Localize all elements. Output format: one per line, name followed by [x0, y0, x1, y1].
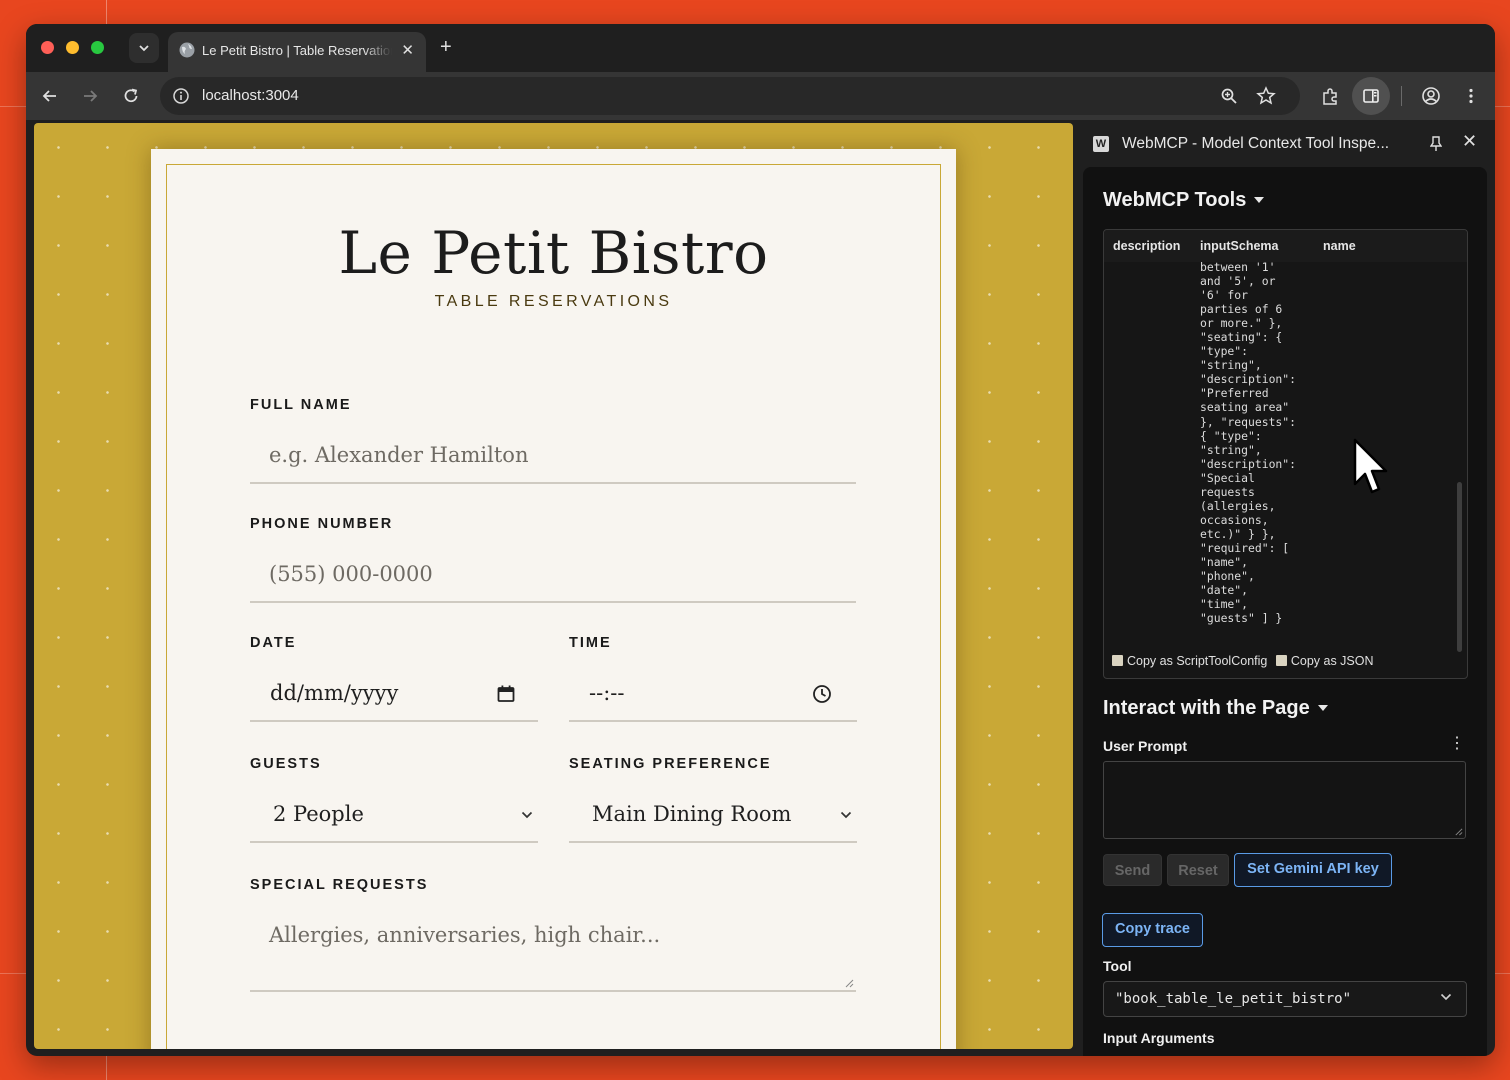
zoom-icon[interactable]	[1220, 87, 1238, 105]
calendar-icon[interactable]	[496, 684, 516, 704]
restaurant-name: Le Petit Bistro	[338, 219, 769, 287]
date-placeholder: dd/mm/yyyy	[270, 681, 399, 705]
pin-icon[interactable]	[1430, 135, 1442, 153]
caret-down-icon	[1254, 196, 1265, 203]
tool-select[interactable]: "book_table_le_petit_bistro"	[1103, 981, 1467, 1017]
set-api-key-button[interactable]: Set Gemini API key	[1234, 853, 1392, 887]
phone-input[interactable]: (555) 000-0000	[250, 551, 856, 603]
tab-close-icon[interactable]: ✕	[401, 41, 414, 59]
full-name-placeholder: e.g. Alexander Hamilton	[269, 443, 529, 467]
close-window-button[interactable]	[41, 41, 54, 54]
browser-window: Le Petit Bistro | Table Reservations ✕ +…	[26, 24, 1495, 1056]
tab-search-button[interactable]	[129, 33, 159, 63]
copy-json-link[interactable]: Copy as JSON	[1291, 654, 1374, 668]
copy-trace-button[interactable]: Copy trace	[1102, 913, 1203, 947]
seating-select[interactable]: Main Dining Room	[569, 791, 857, 843]
address-bar[interactable]: localhost:3004	[160, 77, 1300, 115]
user-prompt-label: User Prompt	[1103, 738, 1188, 754]
page-subtitle: TABLE RESERVATIONS	[434, 293, 673, 310]
column-header[interactable]: name	[1323, 239, 1356, 253]
chevron-down-icon	[139, 45, 149, 52]
profile-icon[interactable]	[1420, 85, 1442, 107]
table-header: description inputSchema name	[1104, 230, 1467, 262]
page-viewport: Le Petit Bistro TABLE RESERVATIONS FULL …	[34, 123, 1073, 1049]
tab-active[interactable]: Le Petit Bistro | Table Reservations ✕	[168, 32, 426, 72]
copy-script-tool-config-link[interactable]: Copy as ScriptToolConfig	[1127, 654, 1267, 668]
time-input[interactable]: --:--	[569, 670, 857, 722]
forward-icon[interactable]	[79, 85, 101, 107]
tab-title: Le Petit Bistro | Table Reservations	[202, 43, 392, 58]
tools-table: description inputSchema name between '1'…	[1103, 229, 1468, 679]
requests-textarea[interactable]: Allergies, anniversaries, high chair...	[250, 912, 856, 992]
full-name-input[interactable]: e.g. Alexander Hamilton	[250, 432, 856, 484]
tool-select-value: "book_table_le_petit_bistro"	[1115, 991, 1352, 1007]
reset-button[interactable]: Reset	[1167, 854, 1229, 886]
date-input[interactable]: dd/mm/yyyy	[250, 670, 538, 722]
pencil-icon	[1112, 655, 1123, 666]
url-text[interactable]: localhost:3004	[202, 87, 299, 104]
browser-toolbar: localhost:3004	[26, 72, 1495, 120]
phone-label: PHONE NUMBER	[250, 516, 394, 532]
more-options-icon[interactable]: ⋮	[1449, 736, 1465, 752]
chevron-down-icon	[1440, 993, 1452, 1001]
guests-value: 2 People	[273, 802, 364, 826]
user-prompt-textarea[interactable]	[1103, 761, 1466, 839]
caret-down-icon	[1317, 704, 1328, 711]
full-name-label: FULL NAME	[250, 397, 352, 413]
tools-heading-text: WebMCP Tools	[1103, 189, 1247, 211]
webmcp-logo: W	[1093, 136, 1109, 152]
date-label: DATE	[250, 635, 297, 651]
guests-label: GUESTS	[250, 756, 322, 772]
send-button[interactable]: Send	[1103, 854, 1162, 886]
column-header[interactable]: inputSchema	[1200, 239, 1279, 253]
minimize-window-button[interactable]	[66, 41, 79, 54]
resize-handle-icon[interactable]	[1454, 827, 1463, 836]
copy-actions: Copy as ScriptToolConfig Copy as JSON	[1112, 654, 1374, 668]
side-panel-header: W WebMCP - Model Context Tool Inspe... ✕	[1083, 123, 1495, 167]
extensions-icon[interactable]	[1319, 85, 1341, 107]
reload-icon[interactable]	[120, 85, 142, 107]
time-label: TIME	[569, 635, 612, 651]
side-panel-icon	[1363, 89, 1379, 103]
toolbar-divider	[1401, 86, 1402, 106]
column-header[interactable]: description	[1113, 239, 1180, 253]
seating-label: SEATING PREFERENCE	[569, 756, 772, 772]
time-placeholder: --:--	[589, 681, 625, 705]
input-arguments-label: Input Arguments	[1103, 1030, 1215, 1046]
menu-icon[interactable]	[1460, 85, 1482, 107]
webmcp-panel: WebMCP Tools description inputSchema nam…	[1083, 167, 1487, 1056]
scrollbar[interactable]	[1457, 482, 1462, 652]
interact-heading-text: Interact with the Page	[1103, 697, 1310, 719]
side-panel-close-icon[interactable]: ✕	[1462, 131, 1477, 152]
interact-heading[interactable]: Interact with the Page	[1103, 697, 1328, 720]
input-schema-cell: between '1' and '5', or '6' for parties …	[1200, 260, 1297, 626]
phone-placeholder: (555) 000-0000	[269, 562, 433, 586]
tab-strip: Le Petit Bistro | Table Reservations ✕ +	[26, 24, 1495, 72]
new-tab-button[interactable]: +	[440, 36, 452, 59]
seating-value: Main Dining Room	[592, 802, 792, 826]
info-icon[interactable]	[172, 87, 190, 105]
back-icon[interactable]	[39, 85, 61, 107]
side-panel-button[interactable]	[1352, 77, 1390, 115]
tool-label: Tool	[1103, 958, 1132, 974]
reservation-card: Le Petit Bistro TABLE RESERVATIONS FULL …	[151, 149, 956, 1049]
resize-handle-icon[interactable]	[844, 978, 854, 988]
guests-select[interactable]: 2 People	[250, 791, 538, 843]
clock-icon[interactable]	[812, 684, 832, 704]
side-panel-title: WebMCP - Model Context Tool Inspe...	[1122, 135, 1390, 152]
requests-label: SPECIAL REQUESTS	[250, 877, 429, 893]
tools-heading[interactable]: WebMCP Tools	[1103, 189, 1265, 212]
pencil-icon	[1275, 655, 1287, 666]
chevron-down-icon	[521, 811, 533, 819]
requests-placeholder: Allergies, anniversaries, high chair...	[269, 923, 661, 947]
mouse-cursor-icon	[1353, 438, 1388, 494]
maximize-window-button[interactable]	[91, 41, 104, 54]
chevron-down-icon	[840, 811, 852, 819]
globe-icon	[179, 42, 195, 58]
star-icon[interactable]	[1256, 86, 1276, 106]
